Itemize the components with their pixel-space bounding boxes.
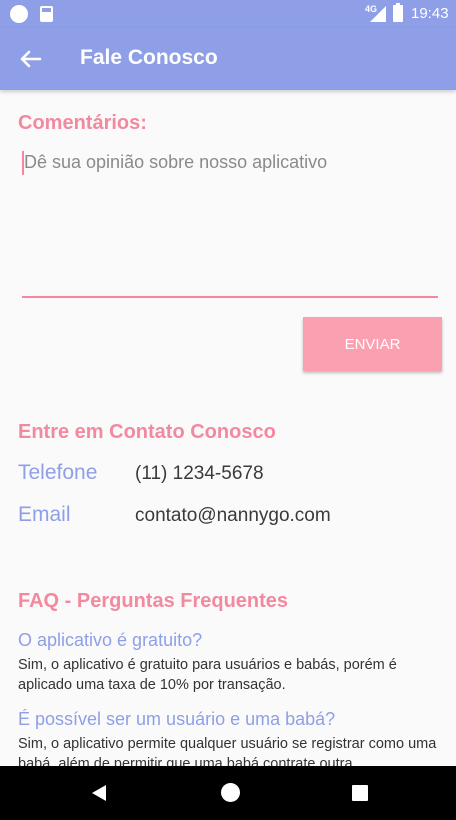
faq-answer: Sim, o aplicativo é gratuito para usuári… [18, 657, 397, 693]
email-label: Email [18, 503, 71, 526]
comments-title: Comentários: [18, 112, 147, 134]
arrow-left-icon [20, 50, 42, 68]
nav-back-icon[interactable] [92, 785, 106, 801]
status-time: 19:43 [411, 5, 449, 22]
notification-dot-icon [10, 5, 28, 23]
email-value[interactable]: contato@nannygo.com [135, 505, 331, 527]
app-bar: Fale Conosco [0, 28, 456, 90]
battery-icon [393, 3, 403, 22]
sd-card-icon [40, 6, 53, 22]
page-title: Fale Conosco [80, 46, 218, 69]
nav-recent-apps-icon[interactable] [352, 785, 368, 801]
faq-title: FAQ - Perguntas Frequentes [18, 590, 289, 612]
status-bar: 4G 19:43 [0, 0, 456, 28]
main-content: Comentários: Dê sua opinião sobre nosso … [0, 90, 456, 766]
send-button[interactable]: ENVIAR [303, 317, 442, 371]
contact-title: Entre em Contato Conosco [18, 421, 276, 443]
phone-value[interactable]: (11) 1234-5678 [135, 463, 264, 485]
comment-input[interactable]: Dê sua opinião sobre nosso aplicativo [22, 150, 438, 298]
network-type: 4G [365, 4, 378, 14]
faq-question: O aplicativo é gratuito? [18, 630, 203, 650]
phone-label: Telefone [18, 461, 98, 484]
faq-question: É possível ser um usuário e uma babá? [18, 709, 336, 729]
comment-placeholder: Dê sua opinião sobre nosso aplicativo [24, 152, 328, 172]
navigation-bar [0, 766, 456, 820]
faq-answer: Sim, o aplicativo permite qualquer usuár… [18, 736, 437, 766]
back-button[interactable] [14, 43, 46, 75]
nav-home-icon[interactable] [221, 783, 240, 802]
